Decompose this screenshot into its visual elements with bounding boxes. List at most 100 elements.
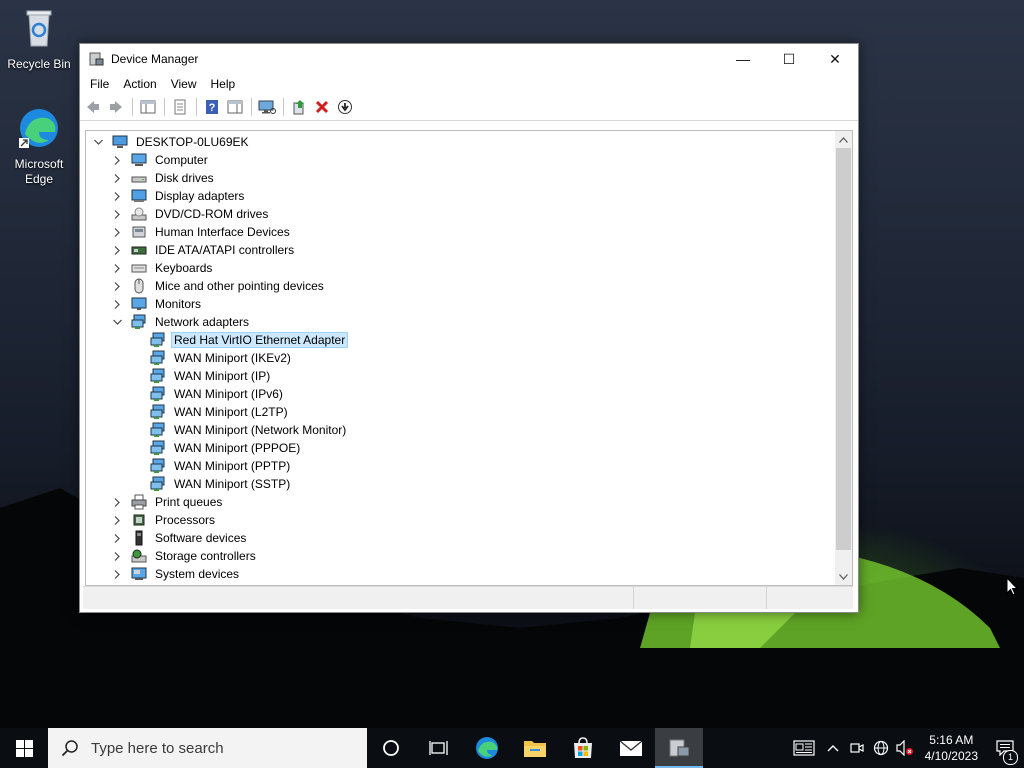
show-hidden-icons-button[interactable]	[821, 728, 845, 768]
scrollbar-thumb[interactable]	[836, 148, 851, 550]
edge-icon	[476, 737, 498, 759]
close-button[interactable]: ✕	[812, 44, 858, 74]
forward-button[interactable]	[105, 96, 127, 118]
scroll-up-icon[interactable]	[835, 131, 852, 148]
help-button[interactable]: ?	[201, 96, 223, 118]
tree-item-red-hat-virtio-ethernet-adapter[interactable]: Red Hat VirtIO Ethernet Adapter	[150, 331, 349, 349]
processor-icon	[133, 514, 145, 526]
hid-icon	[132, 226, 146, 238]
news-icon	[793, 740, 815, 756]
menu-action[interactable]: Action	[116, 74, 163, 94]
tree-item-disk-drives[interactable]: Disk drives	[111, 169, 217, 187]
properties-button[interactable]	[169, 96, 191, 118]
show-hide-console-tree-icon	[140, 100, 156, 114]
taskbar-device-manager-button[interactable]	[655, 728, 703, 768]
expand-chevron-right-icon[interactable]	[111, 241, 123, 259]
volume-button[interactable]	[893, 728, 917, 768]
menu-view[interactable]: View	[164, 74, 204, 94]
tree-item-storage-controllers[interactable]: Storage controllers	[111, 547, 259, 565]
cortana-button[interactable]	[367, 728, 415, 768]
meet-now-button[interactable]	[845, 728, 869, 768]
tree-item-human-interface-devices[interactable]: Human Interface Devices	[111, 223, 293, 241]
expand-chevron-right-icon[interactable]	[111, 151, 123, 169]
tree-item-wan-miniport-pptp[interactable]: WAN Miniport (PPTP)	[150, 457, 293, 475]
expand-chevron-right-icon[interactable]	[111, 493, 123, 511]
expand-chevron-right-icon[interactable]	[111, 565, 123, 583]
expand-chevron-right-icon[interactable]	[111, 277, 123, 295]
back-button[interactable]	[82, 96, 104, 118]
vertical-scrollbar[interactable]	[835, 131, 852, 585]
task-view-icon	[429, 741, 448, 755]
tree-item-system-devices[interactable]: System devices	[111, 565, 242, 583]
toolbar-separator	[132, 98, 133, 116]
tree-item-display-adapters[interactable]: Display adapters	[111, 187, 247, 205]
expand-chevron-down-icon[interactable]	[111, 313, 123, 331]
expand-chevron-right-icon[interactable]	[111, 205, 123, 223]
tree-item-software-devices[interactable]: Software devices	[111, 529, 249, 547]
tree-item-monitors[interactable]: Monitors	[111, 295, 204, 313]
tree-item-label: WAN Miniport (SSTP)	[174, 477, 291, 491]
tree-item-desktop-0lu69ek[interactable]: DESKTOP-0LU69EK	[92, 133, 252, 151]
tree-item-wan-miniport-ikev2[interactable]: WAN Miniport (IKEv2)	[150, 349, 294, 367]
tree-item-label: Network adapters	[155, 315, 250, 329]
tree-item-ide-ata-atapi-controllers[interactable]: IDE ATA/ATAPI controllers	[111, 241, 297, 259]
task-view-button[interactable]	[415, 728, 463, 768]
menu-file[interactable]: File	[83, 74, 116, 94]
scroll-down-icon[interactable]	[835, 568, 852, 585]
action-pane-button[interactable]	[224, 96, 246, 118]
expand-chevron-right-icon[interactable]	[111, 511, 123, 529]
expand-chevron-down-icon[interactable]	[92, 133, 104, 151]
expand-chevron-right-icon[interactable]	[111, 169, 123, 187]
status-bar	[83, 586, 853, 609]
tree-item-wan-miniport-ip[interactable]: WAN Miniport (IP)	[150, 367, 273, 385]
taskbar-search-box[interactable]	[48, 728, 367, 768]
tree-item-wan-miniport-network-monitor[interactable]: WAN Miniport (Network Monitor)	[150, 421, 349, 439]
taskbar-mail-button[interactable]	[607, 728, 655, 768]
taskbar-clock[interactable]: 5:16 AM 4/10/2023	[917, 732, 986, 764]
taskbar-edge-button[interactable]	[463, 728, 511, 768]
status-cell-middle	[634, 587, 767, 609]
network-adapter-icon	[150, 350, 165, 365]
tree-item-dvd-cd-rom-drives[interactable]: DVD/CD-ROM drives	[111, 205, 271, 223]
tree-item-network-adapters[interactable]: Network adapters	[111, 313, 252, 331]
menu-help[interactable]: Help	[204, 74, 243, 94]
tree-item-label: WAN Miniport (IP)	[174, 369, 271, 383]
taskbar-file-explorer-button[interactable]	[511, 728, 559, 768]
desktop-icon-recycle-bin[interactable]: Recycle Bin	[3, 6, 75, 72]
show-hide-console-tree-button[interactable]	[137, 96, 159, 118]
disable-device-button[interactable]	[334, 96, 356, 118]
start-button[interactable]	[0, 728, 48, 768]
desktop-icon-microsoft-edge[interactable]: Microsoft Edge	[3, 106, 75, 187]
expand-chevron-right-icon[interactable]	[111, 223, 123, 241]
expand-chevron-right-icon[interactable]	[111, 529, 123, 547]
tree-item-wan-miniport-sstp[interactable]: WAN Miniport (SSTP)	[150, 475, 293, 493]
minimize-button[interactable]: —	[720, 44, 766, 74]
expand-chevron-right-icon[interactable]	[111, 187, 123, 205]
scan-hardware-button[interactable]	[256, 96, 278, 118]
network-status-button[interactable]	[869, 728, 893, 768]
expand-chevron-right-icon[interactable]	[111, 259, 123, 277]
maximize-button[interactable]: ☐	[766, 44, 812, 74]
expand-chevron-right-icon[interactable]	[111, 547, 123, 565]
tree-item-label: Keyboards	[155, 261, 213, 275]
scan-hardware-icon	[258, 100, 276, 114]
action-center-button[interactable]: 1	[986, 728, 1024, 768]
taskbar-store-button[interactable]	[559, 728, 607, 768]
news-and-interests-button[interactable]	[787, 728, 821, 768]
uninstall-device-button[interactable]	[311, 96, 333, 118]
toolbar-separator	[164, 98, 165, 116]
update-driver-button[interactable]	[288, 96, 310, 118]
device-tree-pane[interactable]: DESKTOP-0LU69EK Computer Disk drives Displa…	[85, 130, 853, 586]
tree-item-keyboards[interactable]: Keyboards	[111, 259, 215, 277]
tree-item-print-queues[interactable]: Print queues	[111, 493, 225, 511]
tree-item-wan-miniport-l2tp[interactable]: WAN Miniport (L2TP)	[150, 403, 291, 421]
search-input[interactable]	[89, 738, 353, 758]
tree-item-wan-miniport-ipv6[interactable]: WAN Miniport (IPv6)	[150, 385, 286, 403]
tree-item-mice-and-other-pointing-devices[interactable]: Mice and other pointing devices	[111, 277, 327, 295]
expand-chevron-right-icon[interactable]	[111, 295, 123, 313]
title-bar[interactable]: Device Manager — ☐ ✕	[80, 44, 858, 74]
tree-item-processors[interactable]: Processors	[111, 511, 218, 529]
tree-item-wan-miniport-pppoe[interactable]: WAN Miniport (PPPOE)	[150, 439, 303, 457]
tree-item-computer[interactable]: Computer	[111, 151, 211, 169]
recycle-bin-icon	[26, 10, 52, 47]
